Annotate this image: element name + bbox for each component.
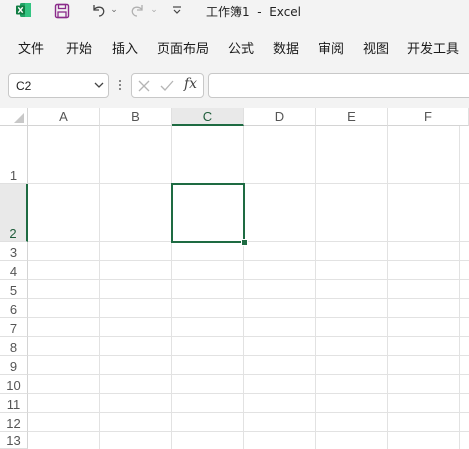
name-box[interactable]: C2: [8, 73, 109, 98]
row-header-3[interactable]: 3: [0, 242, 28, 261]
column-gridline: [459, 126, 460, 449]
row-header-11[interactable]: 11: [0, 394, 28, 413]
insert-function-button[interactable]: fx: [184, 76, 197, 92]
row-header-1[interactable]: 1: [0, 126, 28, 184]
tab-file[interactable]: 文件: [18, 38, 44, 57]
column-header-d[interactable]: D: [244, 108, 316, 126]
column-gridline: [315, 126, 316, 449]
column-gridline: [99, 126, 100, 449]
excel-icon: [16, 2, 32, 18]
row-gridline: [28, 336, 469, 337]
row-gridline: [28, 431, 469, 432]
column-header-f[interactable]: F: [388, 108, 469, 126]
customize-toolbar-button[interactable]: [170, 2, 184, 18]
undo-dropdown-icon[interactable]: ⌄: [109, 4, 119, 16]
column-header-e[interactable]: E: [316, 108, 388, 126]
row-gridline: [28, 260, 469, 261]
name-box-value: C2: [16, 79, 32, 93]
undo-icon: [93, 5, 105, 17]
row-gridline: [28, 317, 469, 318]
excel-window: ⌄ ⌄ 工作簿1 - Excel 文件 开始 插入 页面布局 公式 数据 审阅 …: [0, 0, 469, 449]
tab-insert[interactable]: 插入: [112, 38, 138, 57]
enter-check-icon[interactable]: [159, 79, 175, 93]
row-header-10[interactable]: 10: [0, 375, 28, 394]
row-gridline: [28, 374, 469, 375]
tab-data[interactable]: 数据: [273, 38, 299, 57]
tab-review[interactable]: 审阅: [318, 38, 344, 57]
worksheet-grid: A B C D E F 1 2 3 4 5 6 7 8 9 10 11 12 1…: [0, 108, 469, 449]
column-header-a[interactable]: A: [28, 108, 100, 126]
select-all-triangle-icon: [14, 113, 24, 123]
title-bar: ⌄ ⌄ 工作簿1 - Excel: [0, 0, 469, 22]
row-header-12[interactable]: 12: [0, 413, 28, 432]
cancel-icon[interactable]: [137, 79, 151, 93]
tab-page-layout[interactable]: 页面布局: [157, 38, 209, 57]
row-header-4[interactable]: 4: [0, 261, 28, 280]
row-header-6[interactable]: 6: [0, 299, 28, 318]
formula-controls: fx: [131, 73, 204, 98]
active-cell-c2[interactable]: [171, 183, 245, 243]
customize-toolbar-icon: [173, 6, 181, 14]
row-gridline: [28, 241, 469, 242]
window-title: 工作簿1 - Excel: [206, 5, 302, 19]
row-gridline: [28, 279, 469, 280]
row-header-13[interactable]: 13: [0, 432, 28, 449]
cell-area[interactable]: [28, 126, 469, 449]
tab-formulas[interactable]: 公式: [228, 38, 254, 57]
redo-dropdown-icon[interactable]: ⌄: [149, 4, 159, 16]
save-button[interactable]: [53, 2, 71, 20]
column-header-c[interactable]: C: [172, 108, 244, 126]
formula-bar: C2 fx: [0, 69, 469, 103]
row-gridline: [28, 298, 469, 299]
row-header-5[interactable]: 5: [0, 280, 28, 299]
ribbon-tabs: 文件 开始 插入 页面布局 公式 数据 审阅 视图 开发工具: [0, 38, 469, 60]
column-header-b[interactable]: B: [100, 108, 172, 126]
tab-home[interactable]: 开始: [66, 38, 92, 57]
select-all-button[interactable]: [0, 108, 28, 126]
row-header-9[interactable]: 9: [0, 356, 28, 375]
undo-button[interactable]: [90, 2, 106, 18]
row-header-7[interactable]: 7: [0, 318, 28, 337]
row-header-8[interactable]: 8: [0, 337, 28, 356]
fill-handle[interactable]: [241, 239, 248, 246]
more-options-icon[interactable]: [118, 78, 122, 92]
redo-button[interactable]: [130, 2, 146, 18]
column-gridline: [387, 126, 388, 449]
redo-icon: [131, 5, 143, 17]
row-gridline: [28, 412, 469, 413]
chevron-down-icon[interactable]: [94, 80, 104, 90]
row-gridline: [28, 183, 469, 184]
column-gridline: [171, 126, 172, 449]
row-gridline: [28, 393, 469, 394]
tab-view[interactable]: 视图: [363, 38, 389, 57]
tab-developer[interactable]: 开发工具: [407, 38, 459, 57]
save-icon: [54, 3, 70, 19]
row-gridline: [28, 355, 469, 356]
column-gridline: [243, 126, 244, 449]
formula-input[interactable]: [208, 73, 469, 98]
row-header-2[interactable]: 2: [0, 184, 28, 242]
